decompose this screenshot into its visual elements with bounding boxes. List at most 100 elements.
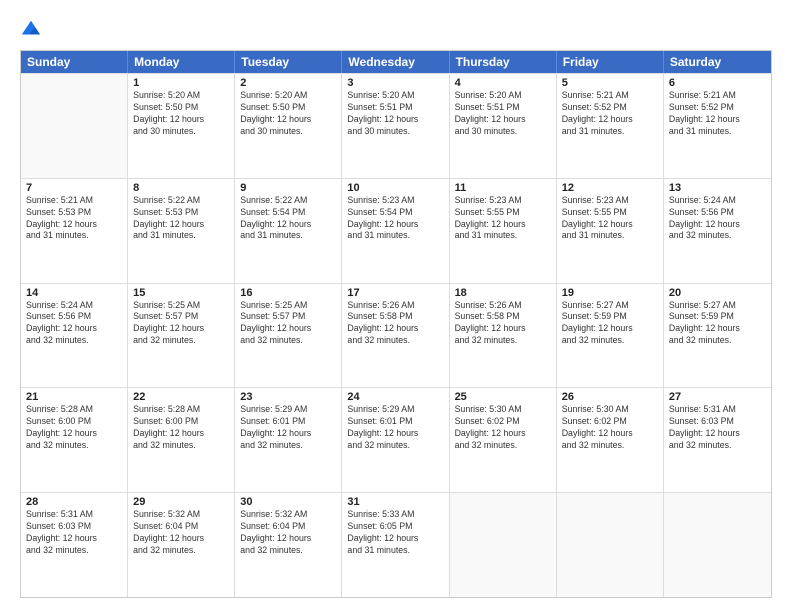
day-info: Sunrise: 5:28 AM Sunset: 6:00 PM Dayligh… xyxy=(133,404,229,452)
header-day-friday: Friday xyxy=(557,51,664,73)
day-info: Sunrise: 5:23 AM Sunset: 5:55 PM Dayligh… xyxy=(562,195,658,243)
calendar-row-1: 7Sunrise: 5:21 AM Sunset: 5:53 PM Daylig… xyxy=(21,178,771,283)
calendar-cell-16: 16Sunrise: 5:25 AM Sunset: 5:57 PM Dayli… xyxy=(235,284,342,388)
calendar-cell-8: 8Sunrise: 5:22 AM Sunset: 5:53 PM Daylig… xyxy=(128,179,235,283)
calendar-cell-10: 10Sunrise: 5:23 AM Sunset: 5:54 PM Dayli… xyxy=(342,179,449,283)
calendar-cell-3: 3Sunrise: 5:20 AM Sunset: 5:51 PM Daylig… xyxy=(342,74,449,178)
day-info: Sunrise: 5:25 AM Sunset: 5:57 PM Dayligh… xyxy=(240,300,336,348)
calendar-cell-17: 17Sunrise: 5:26 AM Sunset: 5:58 PM Dayli… xyxy=(342,284,449,388)
day-number: 10 xyxy=(347,182,443,194)
day-info: Sunrise: 5:21 AM Sunset: 5:52 PM Dayligh… xyxy=(669,90,766,138)
calendar-row-3: 21Sunrise: 5:28 AM Sunset: 6:00 PM Dayli… xyxy=(21,387,771,492)
day-info: Sunrise: 5:20 AM Sunset: 5:50 PM Dayligh… xyxy=(133,90,229,138)
header-day-thursday: Thursday xyxy=(450,51,557,73)
day-info: Sunrise: 5:31 AM Sunset: 6:03 PM Dayligh… xyxy=(669,404,766,452)
day-number: 26 xyxy=(562,391,658,403)
calendar-cell-empty-0-0 xyxy=(21,74,128,178)
day-info: Sunrise: 5:23 AM Sunset: 5:54 PM Dayligh… xyxy=(347,195,443,243)
day-info: Sunrise: 5:24 AM Sunset: 5:56 PM Dayligh… xyxy=(26,300,122,348)
day-info: Sunrise: 5:24 AM Sunset: 5:56 PM Dayligh… xyxy=(669,195,766,243)
calendar-cell-30: 30Sunrise: 5:32 AM Sunset: 6:04 PM Dayli… xyxy=(235,493,342,597)
day-number: 31 xyxy=(347,496,443,508)
day-number: 13 xyxy=(669,182,766,194)
day-info: Sunrise: 5:31 AM Sunset: 6:03 PM Dayligh… xyxy=(26,509,122,557)
calendar-cell-24: 24Sunrise: 5:29 AM Sunset: 6:01 PM Dayli… xyxy=(342,388,449,492)
day-number: 4 xyxy=(455,77,551,89)
day-info: Sunrise: 5:26 AM Sunset: 5:58 PM Dayligh… xyxy=(455,300,551,348)
calendar-cell-9: 9Sunrise: 5:22 AM Sunset: 5:54 PM Daylig… xyxy=(235,179,342,283)
calendar-cell-12: 12Sunrise: 5:23 AM Sunset: 5:55 PM Dayli… xyxy=(557,179,664,283)
calendar-row-4: 28Sunrise: 5:31 AM Sunset: 6:03 PM Dayli… xyxy=(21,492,771,597)
day-info: Sunrise: 5:32 AM Sunset: 6:04 PM Dayligh… xyxy=(240,509,336,557)
day-number: 19 xyxy=(562,287,658,299)
day-info: Sunrise: 5:32 AM Sunset: 6:04 PM Dayligh… xyxy=(133,509,229,557)
day-number: 29 xyxy=(133,496,229,508)
day-info: Sunrise: 5:20 AM Sunset: 5:51 PM Dayligh… xyxy=(347,90,443,138)
day-number: 17 xyxy=(347,287,443,299)
calendar-body: 1Sunrise: 5:20 AM Sunset: 5:50 PM Daylig… xyxy=(21,73,771,597)
page: SundayMondayTuesdayWednesdayThursdayFrid… xyxy=(0,0,792,612)
header xyxy=(20,18,772,40)
day-info: Sunrise: 5:30 AM Sunset: 6:02 PM Dayligh… xyxy=(562,404,658,452)
day-number: 3 xyxy=(347,77,443,89)
day-number: 9 xyxy=(240,182,336,194)
day-number: 5 xyxy=(562,77,658,89)
day-number: 23 xyxy=(240,391,336,403)
calendar: SundayMondayTuesdayWednesdayThursdayFrid… xyxy=(20,50,772,598)
calendar-header: SundayMondayTuesdayWednesdayThursdayFrid… xyxy=(21,51,771,73)
day-number: 2 xyxy=(240,77,336,89)
calendar-cell-29: 29Sunrise: 5:32 AM Sunset: 6:04 PM Dayli… xyxy=(128,493,235,597)
day-info: Sunrise: 5:33 AM Sunset: 6:05 PM Dayligh… xyxy=(347,509,443,557)
day-number: 18 xyxy=(455,287,551,299)
day-number: 30 xyxy=(240,496,336,508)
day-info: Sunrise: 5:27 AM Sunset: 5:59 PM Dayligh… xyxy=(669,300,766,348)
calendar-cell-15: 15Sunrise: 5:25 AM Sunset: 5:57 PM Dayli… xyxy=(128,284,235,388)
day-number: 12 xyxy=(562,182,658,194)
header-day-tuesday: Tuesday xyxy=(235,51,342,73)
day-number: 7 xyxy=(26,182,122,194)
calendar-row-0: 1Sunrise: 5:20 AM Sunset: 5:50 PM Daylig… xyxy=(21,73,771,178)
calendar-cell-5: 5Sunrise: 5:21 AM Sunset: 5:52 PM Daylig… xyxy=(557,74,664,178)
day-info: Sunrise: 5:21 AM Sunset: 5:52 PM Dayligh… xyxy=(562,90,658,138)
calendar-cell-26: 26Sunrise: 5:30 AM Sunset: 6:02 PM Dayli… xyxy=(557,388,664,492)
day-number: 11 xyxy=(455,182,551,194)
day-info: Sunrise: 5:25 AM Sunset: 5:57 PM Dayligh… xyxy=(133,300,229,348)
logo xyxy=(20,18,44,40)
calendar-cell-empty-4-5 xyxy=(557,493,664,597)
calendar-cell-empty-4-6 xyxy=(664,493,771,597)
calendar-cell-28: 28Sunrise: 5:31 AM Sunset: 6:03 PM Dayli… xyxy=(21,493,128,597)
day-info: Sunrise: 5:29 AM Sunset: 6:01 PM Dayligh… xyxy=(347,404,443,452)
calendar-cell-13: 13Sunrise: 5:24 AM Sunset: 5:56 PM Dayli… xyxy=(664,179,771,283)
day-number: 21 xyxy=(26,391,122,403)
calendar-cell-23: 23Sunrise: 5:29 AM Sunset: 6:01 PM Dayli… xyxy=(235,388,342,492)
logo-icon xyxy=(20,18,42,40)
calendar-cell-31: 31Sunrise: 5:33 AM Sunset: 6:05 PM Dayli… xyxy=(342,493,449,597)
calendar-cell-2: 2Sunrise: 5:20 AM Sunset: 5:50 PM Daylig… xyxy=(235,74,342,178)
calendar-cell-25: 25Sunrise: 5:30 AM Sunset: 6:02 PM Dayli… xyxy=(450,388,557,492)
day-info: Sunrise: 5:20 AM Sunset: 5:50 PM Dayligh… xyxy=(240,90,336,138)
day-number: 14 xyxy=(26,287,122,299)
day-info: Sunrise: 5:28 AM Sunset: 6:00 PM Dayligh… xyxy=(26,404,122,452)
calendar-cell-14: 14Sunrise: 5:24 AM Sunset: 5:56 PM Dayli… xyxy=(21,284,128,388)
header-day-wednesday: Wednesday xyxy=(342,51,449,73)
calendar-cell-19: 19Sunrise: 5:27 AM Sunset: 5:59 PM Dayli… xyxy=(557,284,664,388)
day-info: Sunrise: 5:20 AM Sunset: 5:51 PM Dayligh… xyxy=(455,90,551,138)
calendar-cell-empty-4-4 xyxy=(450,493,557,597)
calendar-cell-20: 20Sunrise: 5:27 AM Sunset: 5:59 PM Dayli… xyxy=(664,284,771,388)
day-number: 8 xyxy=(133,182,229,194)
day-number: 27 xyxy=(669,391,766,403)
day-info: Sunrise: 5:27 AM Sunset: 5:59 PM Dayligh… xyxy=(562,300,658,348)
day-info: Sunrise: 5:29 AM Sunset: 6:01 PM Dayligh… xyxy=(240,404,336,452)
header-day-saturday: Saturday xyxy=(664,51,771,73)
day-number: 24 xyxy=(347,391,443,403)
calendar-cell-1: 1Sunrise: 5:20 AM Sunset: 5:50 PM Daylig… xyxy=(128,74,235,178)
header-day-sunday: Sunday xyxy=(21,51,128,73)
day-number: 6 xyxy=(669,77,766,89)
day-info: Sunrise: 5:23 AM Sunset: 5:55 PM Dayligh… xyxy=(455,195,551,243)
day-info: Sunrise: 5:21 AM Sunset: 5:53 PM Dayligh… xyxy=(26,195,122,243)
calendar-cell-4: 4Sunrise: 5:20 AM Sunset: 5:51 PM Daylig… xyxy=(450,74,557,178)
calendar-cell-18: 18Sunrise: 5:26 AM Sunset: 5:58 PM Dayli… xyxy=(450,284,557,388)
calendar-cell-7: 7Sunrise: 5:21 AM Sunset: 5:53 PM Daylig… xyxy=(21,179,128,283)
calendar-cell-21: 21Sunrise: 5:28 AM Sunset: 6:00 PM Dayli… xyxy=(21,388,128,492)
day-number: 25 xyxy=(455,391,551,403)
